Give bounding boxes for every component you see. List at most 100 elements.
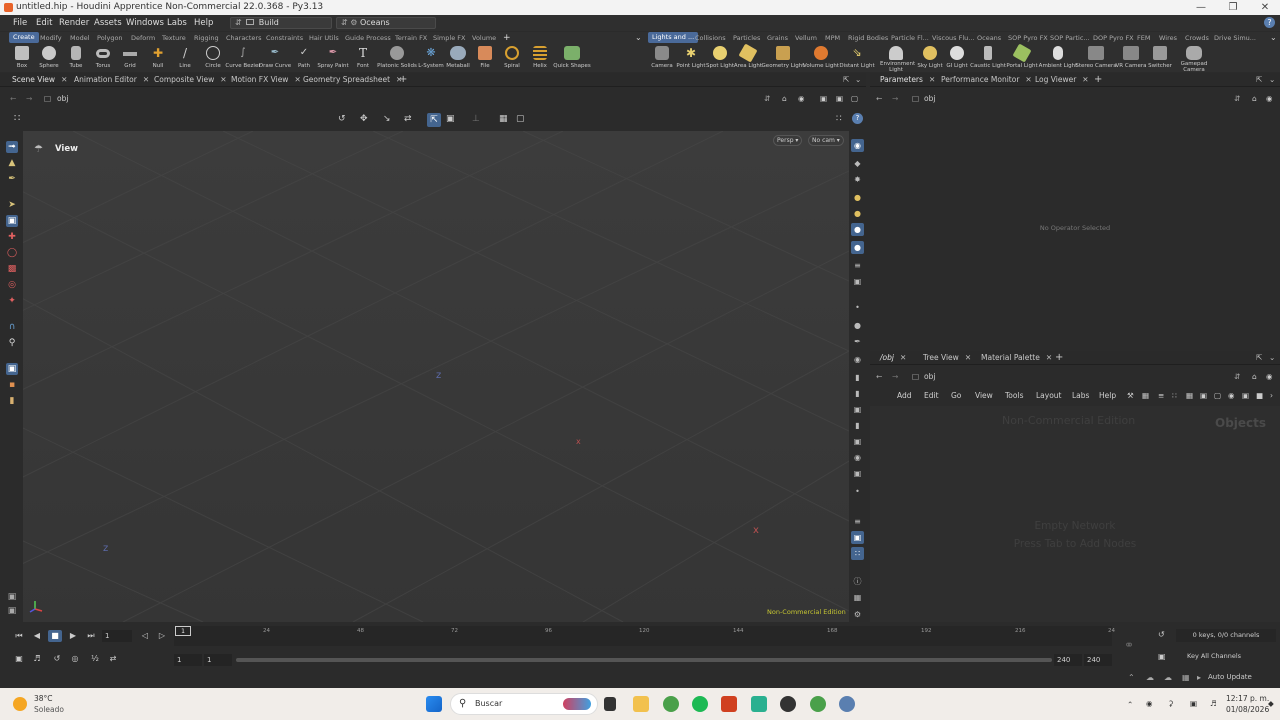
forward-arrow-icon[interactable]: → bbox=[892, 90, 898, 108]
frame-marker[interactable]: 1 bbox=[175, 626, 191, 636]
davinci-icon[interactable] bbox=[780, 696, 796, 712]
close-button[interactable]: ✕ bbox=[1250, 0, 1280, 15]
list-icon[interactable]: ≡ bbox=[851, 515, 864, 528]
tool-tube[interactable]: Tube bbox=[64, 44, 88, 72]
tumble-icon[interactable]: ↺ bbox=[338, 114, 346, 124]
grid-toggle-icon[interactable]: ▦ bbox=[851, 591, 864, 604]
next-key-icon[interactable]: ▷ bbox=[155, 630, 169, 642]
rotate-tool-icon[interactable]: ◯ bbox=[6, 247, 18, 259]
tool-spiral[interactable]: Spiral bbox=[500, 44, 524, 72]
camera-tool-icon[interactable]: ▣ bbox=[6, 363, 18, 375]
close-icon[interactable]: ✕ bbox=[1025, 75, 1031, 84]
high-quality-light-icon[interactable]: ● bbox=[851, 223, 864, 236]
tool-camera[interactable]: Camera bbox=[650, 44, 674, 72]
tool-spray-paint[interactable]: ✒ Spray Paint bbox=[317, 44, 348, 72]
display-eye-icon[interactable]: ◉ bbox=[851, 139, 864, 152]
camera-menu[interactable]: No cam ▾ bbox=[808, 135, 844, 146]
tab-obj-network[interactable]: /obj ✕ bbox=[880, 351, 906, 365]
lod-icon[interactable]: ▣ bbox=[851, 275, 864, 288]
stamp-tool-icon[interactable]: ▮ bbox=[6, 395, 18, 407]
target-icon[interactable]: ◉ bbox=[798, 90, 805, 108]
path-obj[interactable]: obj bbox=[924, 90, 935, 108]
display-option-9-icon[interactable]: ▮ bbox=[851, 371, 864, 384]
brush-tool-icon[interactable]: ✒ bbox=[6, 173, 18, 185]
scale-tool-icon[interactable]: ▩ bbox=[6, 263, 18, 275]
headlight-icon[interactable]: ● bbox=[851, 191, 864, 204]
range-slider[interactable] bbox=[236, 658, 1052, 662]
color-palette-icon[interactable]: ◉ bbox=[1228, 387, 1235, 405]
chevron-up-icon[interactable]: ⌃ bbox=[1127, 700, 1133, 709]
tool-l-system[interactable]: ❋ L-System bbox=[418, 44, 444, 72]
pane-menu-icon[interactable]: ⇱ bbox=[843, 73, 849, 87]
path-obj[interactable]: obj bbox=[924, 368, 935, 386]
display-options-icon[interactable]: ▣ bbox=[820, 90, 827, 108]
desktop-selector[interactable]: ⇵ Build bbox=[230, 17, 332, 29]
weather-temp[interactable]: 38°C bbox=[34, 694, 53, 703]
network-menu-help[interactable]: Help bbox=[1099, 387, 1116, 405]
shelf-tab-grains[interactable]: Grains bbox=[767, 32, 788, 44]
shelf-tab-sop-pyro-fx[interactable]: SOP Pyro FX bbox=[1008, 32, 1048, 44]
network-menu-go[interactable]: Go bbox=[951, 387, 961, 405]
shelf-tab-wires[interactable]: Wires bbox=[1159, 32, 1177, 44]
tool-circle[interactable]: Circle bbox=[200, 44, 226, 72]
tool-sphere[interactable]: Sphere bbox=[36, 44, 62, 72]
close-icon[interactable]: ✕ bbox=[929, 75, 935, 84]
pane-collapse-icon[interactable]: ⌄ bbox=[855, 73, 861, 87]
tool-ambient-light[interactable]: Ambient Light bbox=[1039, 44, 1077, 72]
shelf-tab-vellum[interactable]: Vellum bbox=[795, 32, 817, 44]
tool-helix[interactable]: Helix bbox=[528, 44, 552, 72]
translate-icon[interactable]: ✚ bbox=[6, 231, 18, 243]
perspective-menu[interactable]: Persp ▾ bbox=[773, 135, 803, 146]
display-option-15-icon[interactable]: ▣ bbox=[851, 467, 864, 480]
tool-font[interactable]: T Font bbox=[351, 44, 375, 72]
render-region-icon[interactable]: ▣ bbox=[6, 605, 18, 617]
light-tool-icon[interactable]: ▪ bbox=[6, 379, 18, 391]
handle-tool-icon[interactable]: ◎ bbox=[6, 279, 18, 291]
link-icon[interactable]: ✸ bbox=[851, 173, 864, 186]
pose-tool-icon[interactable]: ✦ bbox=[6, 295, 18, 307]
tool-quick-shapes[interactable]: Quick Shapes bbox=[553, 44, 591, 72]
tool-environment-light[interactable]: Environment Light bbox=[878, 44, 915, 73]
play-reverse-icon[interactable]: ◀ bbox=[30, 630, 44, 642]
trash-icon[interactable]: ■ bbox=[1256, 387, 1263, 405]
range-start-field[interactable]: 1 bbox=[174, 654, 202, 666]
tool-file[interactable]: File bbox=[473, 44, 497, 72]
pin-icon[interactable]: ⌂ bbox=[1252, 368, 1257, 386]
display-option-11-icon[interactable]: ▣ bbox=[851, 403, 864, 416]
tab-composite-view[interactable]: Composite View ✕ bbox=[154, 73, 227, 87]
dolly-icon[interactable]: ↘ bbox=[383, 114, 391, 124]
tool-caustic-light[interactable]: Caustic Light bbox=[970, 44, 1006, 72]
network-editor-canvas[interactable]: Non-Commercial Edition Objects Empty Net… bbox=[870, 406, 1280, 622]
tool-metaball[interactable]: Metaball bbox=[445, 44, 471, 72]
shelf-tab-sop-particles[interactable]: SOP Partic... bbox=[1050, 32, 1090, 44]
magnet-tool-icon[interactable]: ∩ bbox=[6, 321, 18, 333]
update-mode-icon[interactable]: ▸ bbox=[1197, 673, 1201, 682]
camera-view-icon[interactable]: ▣ bbox=[836, 90, 843, 108]
shelf-tab-characters[interactable]: Characters bbox=[226, 32, 261, 44]
tab-animation-editor[interactable]: Animation Editor ✕ bbox=[74, 73, 149, 87]
tab-motion-fx-view[interactable]: Motion FX View ✕ bbox=[231, 73, 301, 87]
clock-date[interactable]: 01/08/2026 bbox=[1226, 705, 1269, 714]
pane-collapse-icon[interactable]: ⌄ bbox=[1269, 73, 1275, 87]
normal-light-icon[interactable]: ● bbox=[851, 207, 864, 220]
close-icon[interactable]: ✕ bbox=[1046, 353, 1052, 362]
forward-arrow-icon[interactable]: → bbox=[892, 368, 898, 386]
tool-switcher[interactable]: Switcher bbox=[1147, 44, 1173, 72]
audio-icon[interactable]: ♬ bbox=[30, 653, 44, 665]
jump-start-icon[interactable]: ⏮ bbox=[12, 630, 26, 642]
network-menu-labs[interactable]: Labs bbox=[1072, 387, 1089, 405]
shelf-tab-particle-fluids[interactable]: Particle Fl... bbox=[891, 32, 929, 44]
shelf-tab-fem[interactable]: FEM bbox=[1137, 32, 1150, 44]
tool-curve-bezier[interactable]: ∫ Curve Bezier bbox=[225, 44, 260, 72]
shelf-tab-crowds[interactable]: Crowds bbox=[1185, 32, 1209, 44]
shelf-tab-dop-pyro-fx[interactable]: DOP Pyro FX bbox=[1093, 32, 1134, 44]
key-all-icon[interactable]: ▣ bbox=[1158, 652, 1166, 661]
shape-palette-icon[interactable]: ▣ bbox=[1242, 387, 1249, 405]
tool-portal-light[interactable]: Portal Light bbox=[1006, 43, 1038, 72]
range-start-field-2[interactable]: 1 bbox=[204, 654, 232, 666]
menu-edit[interactable]: Edit bbox=[36, 15, 52, 31]
network-menu-layout[interactable]: Layout bbox=[1036, 387, 1062, 405]
close-icon[interactable]: ✕ bbox=[965, 353, 971, 362]
add-tab-icon[interactable]: + bbox=[1055, 351, 1063, 365]
bg-icon[interactable]: ≡ bbox=[851, 259, 864, 272]
